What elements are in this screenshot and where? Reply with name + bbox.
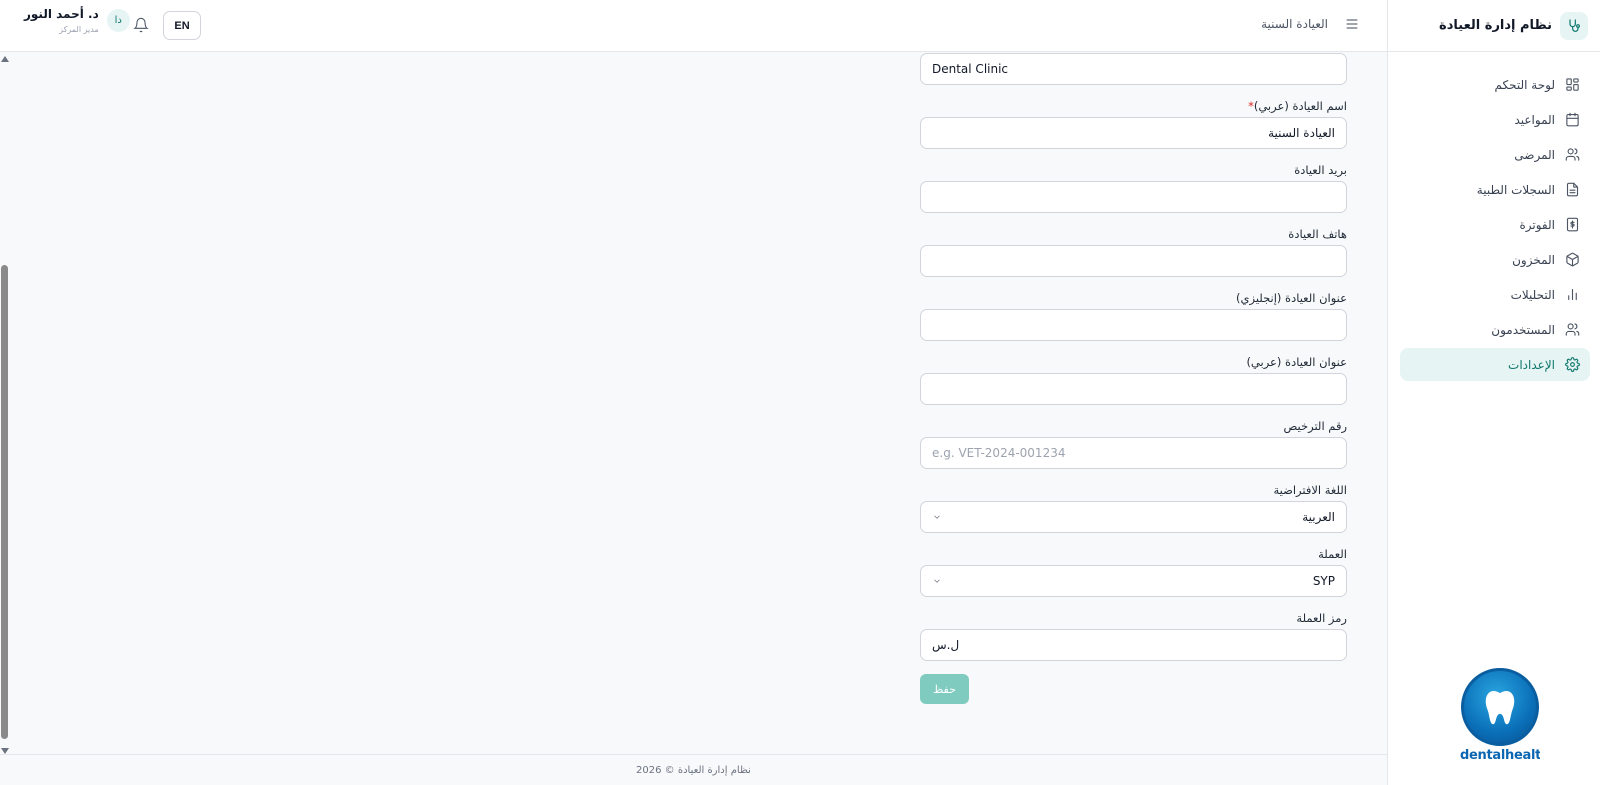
sidebar-nav: لوحة التحكم المواعيد المرضى السجلات الطب… bbox=[1388, 52, 1600, 381]
currency-select[interactable]: SYP bbox=[920, 565, 1347, 597]
clinic-address-en-label: عنوان العيادة (إنجليزي) bbox=[1235, 291, 1347, 305]
dentalhealth-logo: dentalhealt bbox=[1450, 668, 1550, 763]
calendar-icon bbox=[1566, 112, 1579, 127]
clinic-address-en-input[interactable] bbox=[920, 309, 1347, 341]
currency-symbol-label: رمز العملة bbox=[1296, 611, 1347, 625]
sidebar-item-analytics[interactable]: التحليلات bbox=[1400, 278, 1590, 311]
sidebar-brand[interactable]: نظام إدارة العيادة bbox=[1388, 0, 1600, 52]
sidebar-item-billing[interactable]: الفوترة bbox=[1400, 208, 1590, 241]
menu-icon[interactable] bbox=[1344, 16, 1362, 34]
sidebar-item-label: التحليلات bbox=[1510, 287, 1555, 302]
scroll-up-arrow[interactable] bbox=[1, 56, 9, 62]
sidebar-item-label: الفوترة bbox=[1519, 217, 1555, 232]
promo-text: dentalhealt bbox=[1460, 748, 1540, 763]
currency-label: العملة bbox=[1318, 547, 1347, 561]
sidebar-item-label: المستخدمون bbox=[1491, 322, 1555, 337]
save-button[interactable]: حفظ bbox=[920, 674, 969, 704]
user-role: مدير المركز bbox=[59, 25, 99, 34]
clinic-name-ar-input[interactable]: العيادة السنية bbox=[920, 117, 1347, 149]
tooth-icon bbox=[1461, 668, 1539, 746]
clinic-phone-input[interactable] bbox=[920, 245, 1347, 277]
stethoscope-icon bbox=[1560, 11, 1588, 40]
sidebar-item-label: المرضى bbox=[1514, 147, 1555, 162]
selected-value: العربية bbox=[1302, 510, 1335, 524]
footer: نظام إدارة العيادة © 2026 bbox=[0, 754, 1387, 785]
sidebar-item-users[interactable]: المستخدمون bbox=[1400, 313, 1590, 346]
chevron-down-icon bbox=[934, 579, 940, 583]
sidebar-item-patients[interactable]: المرضى bbox=[1400, 138, 1590, 171]
bell-icon[interactable] bbox=[133, 17, 151, 35]
sidebar-item-settings[interactable]: الإعدادات bbox=[1400, 348, 1590, 381]
default-language-label: اللغة الافتراضية bbox=[1273, 483, 1347, 497]
dashboard-icon bbox=[1566, 78, 1579, 91]
license-number-input[interactable]: e.g. VET-2024-001234 bbox=[920, 437, 1347, 469]
app-title: نظام إدارة العيادة bbox=[1439, 18, 1552, 33]
clinic-phone-label: هاتف العيادة bbox=[1288, 227, 1347, 241]
sidebar-item-label: الإعدادات bbox=[1508, 357, 1555, 372]
default-language-select[interactable]: العربية bbox=[920, 501, 1347, 533]
page-title: العيادة السنية bbox=[1261, 17, 1328, 31]
currency-symbol-input[interactable]: ل.س bbox=[920, 629, 1347, 661]
sidebar-item-inventory[interactable]: المخزون bbox=[1400, 243, 1590, 276]
sidebar-item-label: المواعيد bbox=[1514, 112, 1555, 127]
language-toggle-button[interactable]: EN bbox=[163, 11, 201, 40]
clinic-address-ar-label: عنوان العيادة (عربي) bbox=[1246, 355, 1347, 369]
clinic-name-ar-label: *اسم العيادة (عربي) bbox=[1248, 99, 1347, 113]
billing-icon bbox=[1566, 217, 1579, 232]
chevron-down-icon bbox=[934, 515, 940, 519]
selected-value: SYP bbox=[1312, 574, 1335, 588]
clinic-email-label: بريد العيادة bbox=[1294, 163, 1347, 177]
sidebar-item-label: لوحة التحكم bbox=[1494, 77, 1556, 92]
clinic-settings-form: Dental Clinic *اسم العيادة (عربي) العياد… bbox=[920, 52, 1347, 704]
users-icon bbox=[1565, 148, 1580, 161]
bar-chart-icon bbox=[1568, 288, 1577, 301]
user-name: د. أحمد النور bbox=[24, 7, 99, 21]
sidebar-item-medical-records[interactable]: السجلات الطبية bbox=[1400, 173, 1590, 206]
sidebar-item-label: المخزون bbox=[1512, 252, 1555, 267]
license-number-label: رقم الترخيص bbox=[1283, 419, 1347, 433]
scroll-thumb[interactable] bbox=[1, 265, 8, 739]
clinic-address-ar-input[interactable] bbox=[920, 373, 1347, 405]
user-info: د. أحمد النور مدير المركز bbox=[24, 7, 99, 34]
sidebar-item-dashboard[interactable]: لوحة التحكم bbox=[1400, 68, 1590, 101]
user-menu[interactable]: دا د. أحمد النور مدير المركز bbox=[24, 7, 130, 34]
sidebar-item-label: السجلات الطبية bbox=[1476, 182, 1555, 197]
user-group-icon bbox=[1565, 323, 1580, 336]
clinic-email-input[interactable] bbox=[920, 181, 1347, 213]
gear-icon bbox=[1565, 357, 1580, 372]
scrollbar[interactable] bbox=[0, 52, 10, 754]
top-bar: دا د. أحمد النور مدير المركز EN العيادة … bbox=[0, 0, 1387, 52]
file-text-icon bbox=[1566, 182, 1579, 197]
package-icon bbox=[1566, 252, 1579, 267]
clinic-name-en-input[interactable]: Dental Clinic bbox=[920, 53, 1347, 85]
sidebar-item-appointments[interactable]: المواعيد bbox=[1400, 103, 1590, 136]
avatar[interactable]: دا bbox=[106, 9, 130, 32]
sidebar: نظام إدارة العيادة لوحة التحكم المواعيد … bbox=[1387, 0, 1600, 785]
